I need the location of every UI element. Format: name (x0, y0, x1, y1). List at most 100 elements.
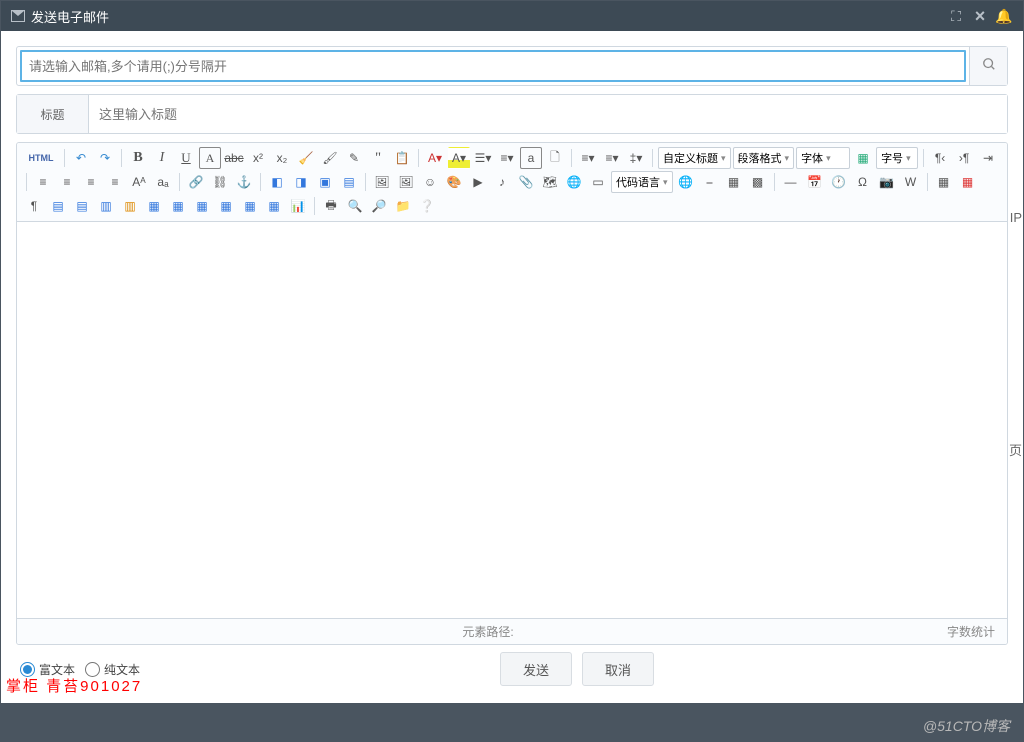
maximize-icon[interactable]: ⛶ (947, 8, 965, 25)
split-cols-button[interactable]: ▦ (263, 195, 285, 217)
map-button[interactable]: 🗺 (539, 171, 561, 193)
back-color-button[interactable]: A▾ (448, 147, 470, 169)
bold-button[interactable]: B (127, 147, 149, 169)
dialog-body: 标题 HTML ↶ ↷ B I U A abc x² x₂ 🧹 🖌 ✎ (1, 31, 1023, 703)
paragraph-dropdown[interactable]: 段落格式 (733, 147, 795, 169)
merge-cells-button[interactable]: ▦ (143, 195, 165, 217)
merge-down-button[interactable]: ▦ (191, 195, 213, 217)
strikethrough-button[interactable]: abc (223, 147, 245, 169)
editor-content-area[interactable] (17, 222, 1007, 618)
search-recipients-button[interactable] (969, 47, 1007, 85)
insert-row-button[interactable]: ▤ (47, 195, 69, 217)
image-left-button[interactable]: ◧ (266, 171, 288, 193)
insert-paragraph-before-button[interactable]: ¶ (23, 195, 45, 217)
email-recipients-input[interactable] (19, 49, 967, 83)
delete-row-button[interactable]: ▤ (71, 195, 93, 217)
align-justify-button[interactable]: ≡ (104, 171, 126, 193)
char-count-label[interactable]: 字数统计 (947, 623, 995, 640)
fontborder-button[interactable]: A (199, 147, 221, 169)
background-button[interactable]: ▩ (747, 171, 769, 193)
wordimage-button[interactable]: W (900, 171, 922, 193)
cancel-button[interactable]: 取消 (582, 652, 654, 686)
blockquote-button[interactable]: " (367, 147, 389, 169)
align-center-button[interactable]: ≡ (56, 171, 78, 193)
delete-col-button[interactable]: ▥ (119, 195, 141, 217)
split-rows-button[interactable]: ▦ (239, 195, 261, 217)
title-input[interactable] (89, 95, 1007, 133)
bell-icon[interactable]: 🔔 (995, 8, 1013, 25)
title-label: 标题 (17, 95, 89, 133)
subscript-button[interactable]: x₂ (271, 147, 293, 169)
dialog-title: 发送电子邮件 (31, 7, 941, 26)
horizontal-rule-button[interactable]: — (780, 171, 802, 193)
charts-button[interactable]: 📊 (287, 195, 309, 217)
rtl-button[interactable]: ›¶ (953, 147, 975, 169)
link-button[interactable]: 🔗 (185, 171, 207, 193)
close-icon[interactable]: × (971, 6, 989, 27)
code-lang-dropdown[interactable]: 代码语言 (611, 171, 673, 193)
watermark-red-text: 掌柜 青苔901027 (6, 675, 142, 696)
font-size-dropdown[interactable]: 字号 (876, 147, 918, 169)
titlebar: 发送电子邮件 ⛶ × 🔔 (1, 1, 1023, 31)
custom-style-dropdown[interactable]: 自定义标题 (658, 147, 731, 169)
send-button[interactable]: 发送 (500, 652, 572, 686)
unordered-list-button[interactable]: ≡▾ (496, 147, 518, 169)
spechar-button[interactable]: Ω (852, 171, 874, 193)
image-center-button[interactable]: ▣ (314, 171, 336, 193)
align-left-button[interactable]: ≡ (32, 171, 54, 193)
multi-image-button[interactable]: 🖼 (395, 171, 417, 193)
fullscreen-button[interactable]: ▦ (852, 147, 874, 169)
search-replace-button[interactable]: 🔎 (368, 195, 390, 217)
underline-button[interactable]: U (175, 147, 197, 169)
music-button[interactable]: ♪ (491, 171, 513, 193)
date-button[interactable]: 📅 (804, 171, 826, 193)
pagebreak-button[interactable]: ⎯ (699, 171, 721, 193)
image-right-button[interactable]: ◨ (290, 171, 312, 193)
align-right-button[interactable]: ≡ (80, 171, 102, 193)
attachment-button[interactable]: 📎 (515, 171, 537, 193)
help-button[interactable]: ❔ (416, 195, 438, 217)
row-spacing-bottom-button[interactable]: ≡▾ (601, 147, 623, 169)
image-none-button[interactable]: ▤ (338, 171, 360, 193)
insert-col-button[interactable]: ▥ (95, 195, 117, 217)
snapscreen-button[interactable]: 📷 (876, 171, 898, 193)
scrawl-button[interactable]: 🎨 (443, 171, 465, 193)
redo-button[interactable]: ↷ (94, 147, 116, 169)
lowercase-button[interactable]: aₐ (152, 171, 174, 193)
pasteplain-button[interactable]: 📋 (391, 147, 413, 169)
line-height-button[interactable]: ‡▾ (625, 147, 647, 169)
remove-format-button[interactable]: 🧹 (295, 147, 317, 169)
indent-button[interactable]: ⇥ (977, 147, 999, 169)
anchor-button[interactable]: ⚓ (233, 171, 255, 193)
row-spacing-top-button[interactable]: ≡▾ (577, 147, 599, 169)
merge-right-button[interactable]: ▦ (167, 195, 189, 217)
split-cells-button[interactable]: ▦ (215, 195, 237, 217)
ltr-button[interactable]: ¶‹ (929, 147, 951, 169)
clear-doc-button[interactable]: 🗋 (544, 147, 566, 169)
superscript-button[interactable]: x² (247, 147, 269, 169)
ordered-list-button[interactable]: ☰▾ (472, 147, 494, 169)
format-match-button[interactable]: 🖌 (319, 147, 341, 169)
insert-table-button[interactable]: ▦ (933, 171, 955, 193)
insert-image-button[interactable]: 🖼 (371, 171, 393, 193)
video-button[interactable]: ▶ (467, 171, 489, 193)
undo-button[interactable]: ↶ (70, 147, 92, 169)
fore-color-button[interactable]: A▾ (424, 147, 446, 169)
emotion-button[interactable]: ☺ (419, 171, 441, 193)
selectall-button[interactable]: a (520, 147, 542, 169)
template-button[interactable]: ▦ (723, 171, 745, 193)
delete-table-button[interactable]: ▦ (957, 171, 979, 193)
uppercase-button[interactable]: Aᴬ (128, 171, 150, 193)
print-button[interactable]: 🖶 (320, 195, 342, 217)
gmap-button[interactable]: 🌐 (563, 171, 585, 193)
source-html-button[interactable]: HTML (23, 147, 59, 169)
autotypeset-button[interactable]: ✎ (343, 147, 365, 169)
unlink-button[interactable]: ⛓ (209, 171, 231, 193)
font-family-dropdown[interactable]: 字体 (796, 147, 850, 169)
webapp-button[interactable]: 🌐 (675, 171, 697, 193)
drafts-button[interactable]: 📁 (392, 195, 414, 217)
insert-frame-button[interactable]: ▭ (587, 171, 609, 193)
preview-button[interactable]: 🔍 (344, 195, 366, 217)
italic-button[interactable]: I (151, 147, 173, 169)
time-button[interactable]: 🕐 (828, 171, 850, 193)
